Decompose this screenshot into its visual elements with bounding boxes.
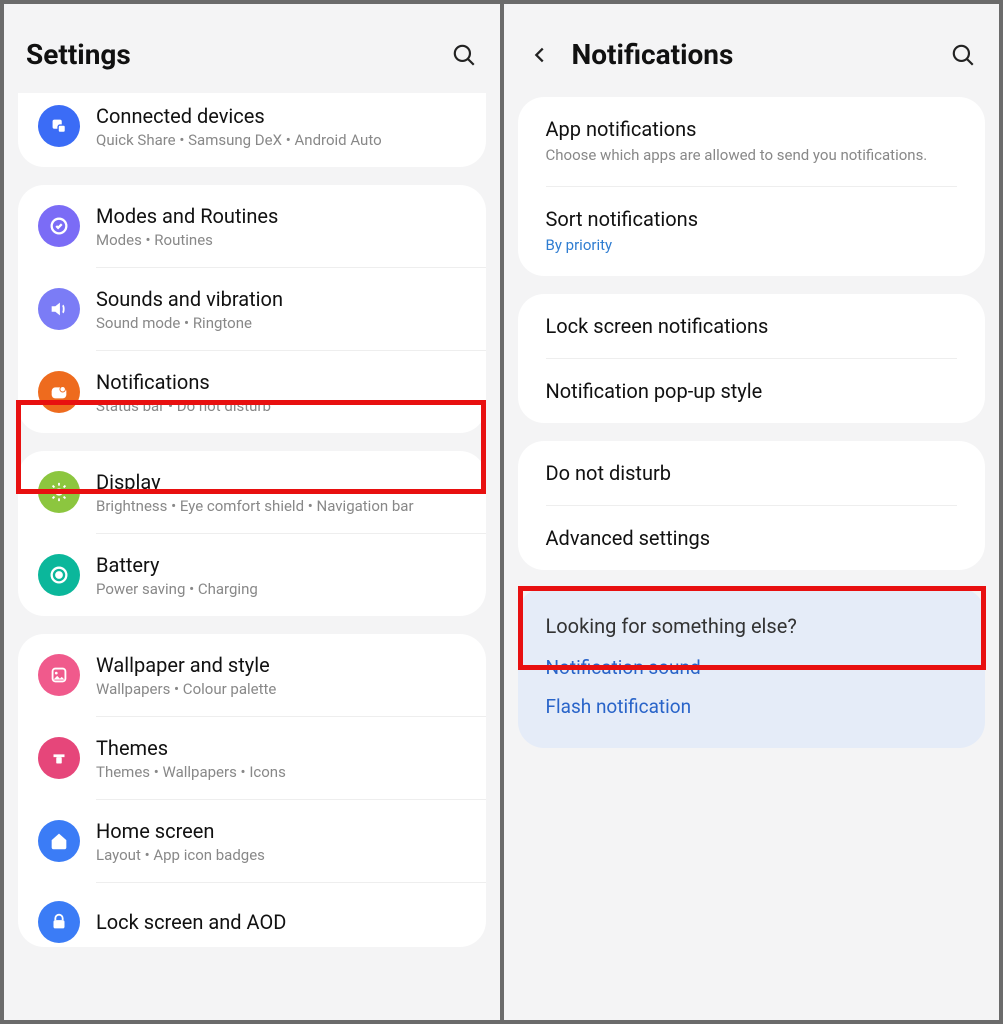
notifications-icon <box>38 371 80 413</box>
search-button[interactable] <box>949 41 977 69</box>
item-sub: Layout • App icon badges <box>96 846 466 864</box>
settings-item-wallpaper[interactable]: Wallpaper and style Wallpapers • Colour … <box>18 634 486 716</box>
item-do-not-disturb[interactable]: Do not disturb <box>518 441 986 505</box>
settings-item-lock[interactable]: Lock screen and AOD <box>18 883 486 947</box>
card-lock-popup: Lock screen notifications Notification p… <box>518 294 986 423</box>
item-sub: Themes • Wallpapers • Icons <box>96 763 466 781</box>
item-title: App notifications <box>546 117 958 141</box>
item-sub: Modes • Routines <box>96 231 466 249</box>
item-title: Home screen <box>96 818 466 844</box>
page-title: Settings <box>26 38 450 71</box>
notifications-panel: Notifications App notifications Choose w… <box>504 4 1000 1020</box>
item-sub: Wallpapers • Colour palette <box>96 680 466 698</box>
item-sub: Choose which apps are allowed to send yo… <box>546 145 958 166</box>
display-icon <box>38 471 80 513</box>
item-title: Lock screen and AOD <box>96 909 466 935</box>
devices-icon <box>38 105 80 147</box>
item-title: Display <box>96 469 466 495</box>
item-sub: Sound mode • Ringtone <box>96 314 466 332</box>
item-title: Sort notifications <box>546 207 958 231</box>
help-title: Looking for something else? <box>546 614 958 638</box>
item-title: Do not disturb <box>546 461 958 485</box>
item-sub: Status bar • Do not disturb <box>96 397 466 415</box>
battery-icon <box>38 554 80 596</box>
routines-icon <box>38 205 80 247</box>
back-button[interactable] <box>526 41 554 69</box>
card-dnd-advanced: Do not disturb Advanced settings <box>518 441 986 570</box>
item-sub: Quick Share • Samsung DeX • Android Auto <box>96 131 466 149</box>
item-title: Advanced settings <box>546 526 958 550</box>
sound-icon <box>38 288 80 330</box>
help-link-sound[interactable]: Notification sound <box>546 656 958 679</box>
lock-icon <box>38 901 80 943</box>
item-advanced-settings[interactable]: Advanced settings <box>518 506 986 570</box>
item-title: Notifications <box>96 369 466 395</box>
item-title: Notification pop-up style <box>546 379 958 403</box>
settings-item-display[interactable]: Display Brightness • Eye comfort shield … <box>18 451 486 533</box>
settings-item-modes[interactable]: Modes and Routines Modes • Routines <box>18 185 486 267</box>
settings-item-home[interactable]: Home screen Layout • App icon badges <box>18 800 486 882</box>
item-title: Battery <box>96 552 466 578</box>
notifications-header: Notifications <box>518 18 986 97</box>
help-card: Looking for something else? Notification… <box>518 588 986 748</box>
wallpaper-icon <box>38 654 80 696</box>
card-group-display: Display Brightness • Eye comfort shield … <box>18 451 486 616</box>
search-icon <box>451 42 477 68</box>
settings-item-notifications[interactable]: Notifications Status bar • Do not distur… <box>18 351 486 433</box>
settings-panel: Settings Connected devices Quick Share •… <box>4 4 500 1020</box>
settings-header: Settings <box>18 18 486 97</box>
settings-item-battery[interactable]: Battery Power saving • Charging <box>18 534 486 616</box>
item-lock-screen-notifications[interactable]: Lock screen notifications <box>518 294 986 358</box>
search-icon <box>950 42 976 68</box>
item-title: Sounds and vibration <box>96 286 466 312</box>
item-title: Lock screen notifications <box>546 314 958 338</box>
item-title: Modes and Routines <box>96 203 466 229</box>
themes-icon <box>38 737 80 779</box>
card-group-notif: Modes and Routines Modes • Routines Soun… <box>18 185 486 433</box>
card-connected: Connected devices Quick Share • Samsung … <box>18 93 486 167</box>
card-app-notifications: App notifications Choose which apps are … <box>518 97 986 276</box>
item-sort-notifications[interactable]: Sort notifications By priority <box>518 187 986 276</box>
item-sub: By priority <box>546 235 958 256</box>
item-title: Connected devices <box>96 103 466 129</box>
search-button[interactable] <box>450 41 478 69</box>
item-app-notifications[interactable]: App notifications Choose which apps are … <box>518 97 986 186</box>
item-sub: Power saving • Charging <box>96 580 466 598</box>
item-sub: Brightness • Eye comfort shield • Naviga… <box>96 497 466 515</box>
settings-item-connected-devices[interactable]: Connected devices Quick Share • Samsung … <box>18 93 486 167</box>
settings-item-themes[interactable]: Themes Themes • Wallpapers • Icons <box>18 717 486 799</box>
card-group-style: Wallpaper and style Wallpapers • Colour … <box>18 634 486 947</box>
item-popup-style[interactable]: Notification pop-up style <box>518 359 986 423</box>
settings-item-sounds[interactable]: Sounds and vibration Sound mode • Ringto… <box>18 268 486 350</box>
help-link-flash[interactable]: Flash notification <box>546 695 958 718</box>
page-title: Notifications <box>572 38 950 71</box>
home-icon <box>38 820 80 862</box>
chevron-left-icon <box>529 44 551 66</box>
item-title: Wallpaper and style <box>96 652 466 678</box>
item-title: Themes <box>96 735 466 761</box>
